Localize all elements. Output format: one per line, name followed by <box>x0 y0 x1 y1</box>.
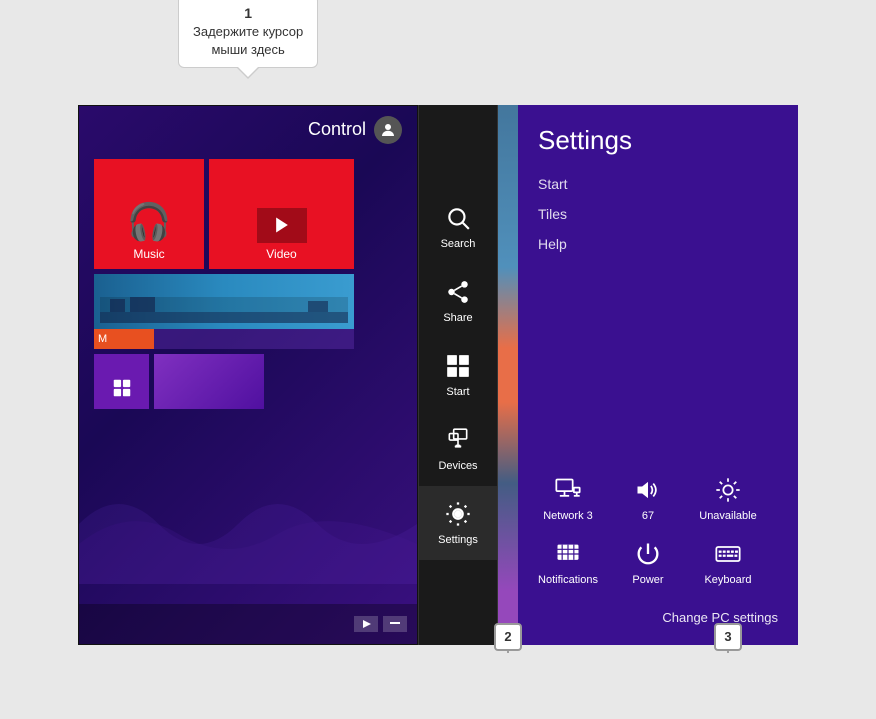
main-container: Control 🎧 Music <box>78 105 798 645</box>
network-label: Network 3 <box>543 510 593 522</box>
keyboard-label: Keyboard <box>704 574 751 586</box>
tiles-grid: 🎧 Music Video <box>79 154 417 414</box>
charm-settings-label: Settings <box>438 534 478 546</box>
charm-share[interactable]: Share <box>419 264 497 338</box>
settings-icon <box>444 500 472 528</box>
callout-3: 3 <box>714 623 742 651</box>
wave-decoration <box>79 464 417 584</box>
callout-3-container: 3 <box>708 623 748 663</box>
start-screen-header: Control <box>79 106 417 154</box>
settings-link-tiles[interactable]: Tiles <box>538 206 778 222</box>
brightness-label: Unavailable <box>699 510 756 522</box>
tooltip-line2: мыши здесь <box>193 41 303 59</box>
tooltip-number: 1 <box>193 4 303 24</box>
start-screen-bottom <box>79 604 417 644</box>
charms-bar: Search Share <box>418 105 498 645</box>
charm-search-label: Search <box>441 238 476 250</box>
charm-search[interactable]: Search <box>419 190 497 264</box>
brightness-icon <box>712 474 744 506</box>
user-icon[interactable] <box>374 116 402 144</box>
settings-icons-row-2: Notifications Power <box>538 538 778 586</box>
tooltip: 1 Задержите курсор мыши здесь <box>178 0 318 68</box>
notifications-icon <box>552 538 584 570</box>
tile-wide[interactable]: M <box>94 274 354 349</box>
share-icon <box>444 278 472 306</box>
settings-link-start[interactable]: Start <box>538 176 778 192</box>
callout-2-container: 2 <box>488 623 528 663</box>
tooltip-line1: Задержите курсор <box>193 23 303 41</box>
charm-devices[interactable]: Devices <box>419 412 497 486</box>
scroll-right-btn[interactable] <box>354 616 378 632</box>
windows-icon <box>444 352 472 380</box>
tile-video[interactable]: Video <box>209 159 354 269</box>
charm-settings[interactable]: Settings <box>419 486 497 560</box>
callout-2: 2 <box>494 623 522 651</box>
user-name: Control <box>308 119 366 140</box>
settings-title: Settings <box>538 125 778 156</box>
power-label: Power <box>632 574 663 586</box>
settings-keyboard[interactable]: Keyboard <box>698 538 758 586</box>
settings-power[interactable]: Power <box>618 538 678 586</box>
charm-devices-label: Devices <box>438 460 477 472</box>
tile-video-label: Video <box>266 247 296 261</box>
charm-share-label: Share <box>443 312 472 324</box>
settings-links: Start Tiles Help <box>538 176 778 252</box>
notifications-label: Notifications <box>538 574 598 586</box>
charm-start[interactable]: Start <box>419 338 497 412</box>
settings-network[interactable]: Network 3 <box>538 474 598 522</box>
minimize-btn[interactable] <box>383 616 407 632</box>
video-play-icon <box>257 208 307 243</box>
power-icon <box>632 538 664 570</box>
network-icon <box>552 474 584 506</box>
devices-icon <box>444 426 472 454</box>
settings-icons-row-1: Network 3 67 <box>538 474 778 522</box>
volume-label: 67 <box>642 510 654 522</box>
start-screen: Control 🎧 Music <box>78 105 418 645</box>
tile-music[interactable]: 🎧 Music <box>94 159 204 269</box>
headphones-icon: 🎧 <box>127 201 172 243</box>
settings-link-help[interactable]: Help <box>538 236 778 252</box>
volume-icon <box>632 474 664 506</box>
settings-brightness[interactable]: Unavailable <box>698 474 758 522</box>
keyboard-icon <box>712 538 744 570</box>
tile-music-label: Music <box>133 247 164 261</box>
search-icon <box>444 204 472 232</box>
charm-start-label: Start <box>446 386 469 398</box>
tile-small-purple[interactable] <box>94 354 149 409</box>
settings-panel: Settings Start Tiles Help <box>518 105 798 645</box>
image-strip <box>498 105 518 645</box>
tile-small-wide[interactable] <box>154 354 264 409</box>
settings-volume[interactable]: 67 <box>618 474 678 522</box>
settings-notifications[interactable]: Notifications <box>538 538 598 586</box>
